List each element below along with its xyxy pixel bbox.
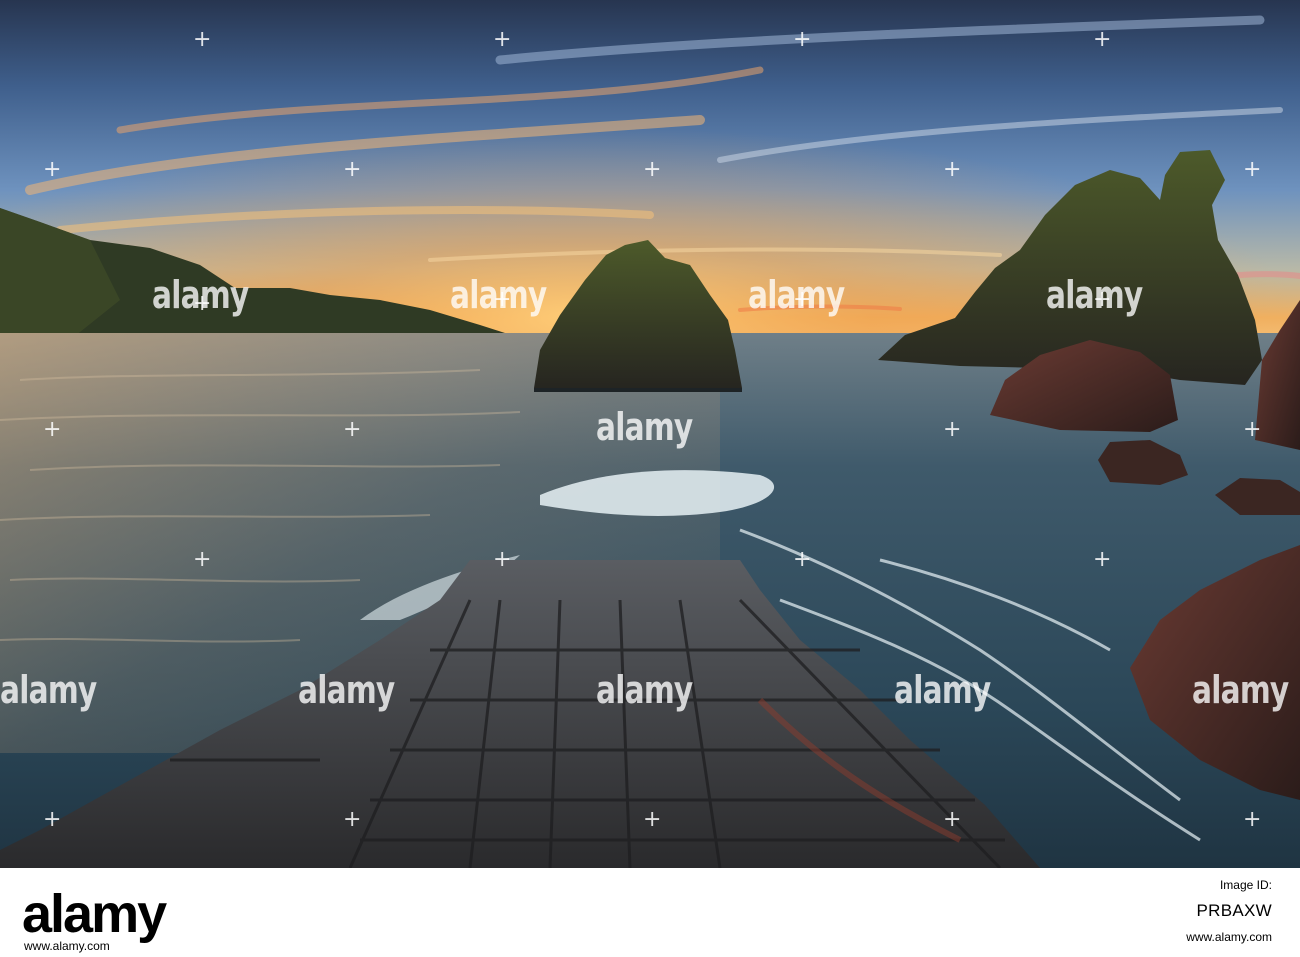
- brand-website-right[interactable]: www.alamy.com: [1186, 930, 1272, 944]
- brand-website-left[interactable]: www.alamy.com: [24, 939, 110, 953]
- photo-illustration: [0, 0, 1300, 868]
- brand-logo[interactable]: alamy: [22, 884, 167, 944]
- image-id-label: Image ID:: [1219, 878, 1272, 892]
- image-id: PRBAXW: [1196, 901, 1272, 920]
- coastal-sunset-photo: + + + + + + + + + alamy alamy alamy alam…: [0, 0, 1300, 868]
- stock-photo-page: + + + + + + + + + alamy alamy alamy alam…: [0, 0, 1300, 957]
- stock-footer-bar: alamy www.alamy.com Image ID: PRBAXW www…: [0, 868, 1300, 957]
